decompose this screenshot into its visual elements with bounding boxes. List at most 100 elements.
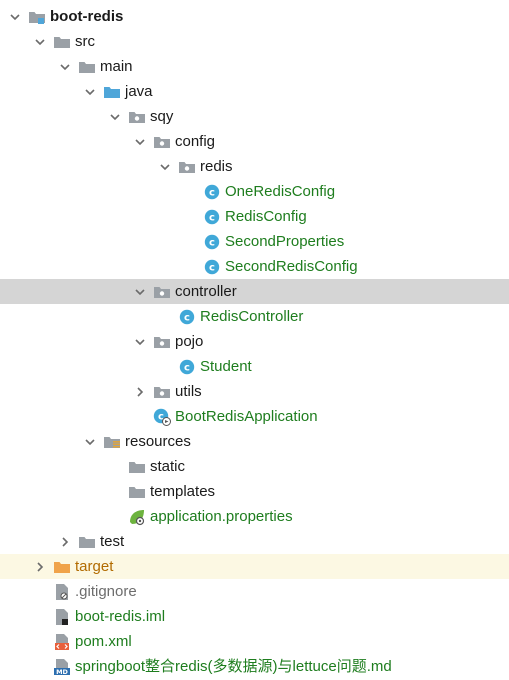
svg-text:c: c [209, 237, 215, 248]
chevron-down-icon[interactable] [158, 160, 172, 174]
folder-icon [78, 533, 96, 551]
tree-item-label: config [175, 133, 216, 150]
class-icon: c [203, 233, 221, 251]
tree-item-label: .gitignore [75, 583, 137, 600]
class-icon: c [178, 358, 196, 376]
tree-item-label: application.properties [150, 508, 293, 525]
tree-item-label: Student [200, 358, 252, 375]
tree-item[interactable]: target [0, 554, 509, 579]
excluded-folder-icon [53, 558, 71, 576]
chevron-down-icon[interactable] [133, 135, 147, 149]
tree-item[interactable]: controller [0, 279, 509, 304]
module-folder-icon [28, 8, 46, 26]
tree-item[interactable]: application.properties [0, 504, 509, 529]
svg-text:c: c [209, 262, 215, 273]
tree-item-label: main [100, 58, 133, 75]
folder-icon [128, 483, 146, 501]
ignore-file-icon [53, 583, 71, 601]
tree-item[interactable]: c SecondRedisConfig [0, 254, 509, 279]
tree-item[interactable]: c RedisConfig [0, 204, 509, 229]
folder-icon [78, 58, 96, 76]
svg-text:MD: MD [56, 668, 68, 676]
tree-item[interactable]: utils [0, 379, 509, 404]
svg-text:c: c [184, 312, 190, 323]
tree-item-label: utils [175, 383, 202, 400]
tree-item-label: resources [125, 433, 191, 450]
class-icon: c [178, 308, 196, 326]
tree-item-label: OneRedisConfig [225, 183, 336, 200]
tree-item-label: templates [150, 483, 216, 500]
chevron-down-icon[interactable] [58, 60, 72, 74]
tree-item[interactable]: pojo [0, 329, 509, 354]
iml-file-icon [53, 608, 71, 626]
tree-item-label: boot-redis [50, 8, 124, 25]
tree-item-label: boot-redis.iml [75, 608, 166, 625]
tree-item-label: springboot整合redis(多数据源)与lettuce问题.md [75, 658, 392, 675]
svg-text:c: c [209, 212, 215, 223]
chevron-down-icon[interactable] [133, 335, 147, 349]
tree-item[interactable]: pom.xml [0, 629, 509, 654]
package-icon [153, 383, 171, 401]
tree-item[interactable]: c OneRedisConfig [0, 179, 509, 204]
class-icon: c [203, 183, 221, 201]
tree-item-label: controller [175, 283, 237, 300]
tree-item-label: test [100, 533, 125, 550]
tree-item[interactable]: boot-redis [0, 4, 509, 29]
chevron-down-icon[interactable] [8, 10, 22, 24]
tree-item[interactable]: redis [0, 154, 509, 179]
package-icon [153, 133, 171, 151]
spring-boot-class-icon: c [153, 408, 171, 426]
spring-properties-icon [128, 508, 146, 526]
tree-item-label: RedisConfig [225, 208, 307, 225]
package-icon [128, 108, 146, 126]
tree-item[interactable]: static [0, 454, 509, 479]
markdown-file-icon: MD [53, 658, 71, 676]
tree-item[interactable]: .gitignore [0, 579, 509, 604]
tree-item-label: target [75, 558, 114, 575]
tree-item-label: pojo [175, 333, 204, 350]
package-icon [153, 283, 171, 301]
tree-item-label: BootRedisApplication [175, 408, 318, 425]
chevron-right-icon[interactable] [133, 385, 147, 399]
svg-text:c: c [209, 187, 215, 198]
chevron-down-icon[interactable] [33, 35, 47, 49]
tree-item[interactable]: test [0, 529, 509, 554]
class-icon: c [203, 258, 221, 276]
chevron-down-icon[interactable] [108, 110, 122, 124]
tree-item[interactable]: c RedisController [0, 304, 509, 329]
svg-text:c: c [184, 362, 190, 373]
chevron-down-icon[interactable] [83, 85, 97, 99]
tree-item[interactable]: java [0, 79, 509, 104]
class-icon: c [203, 208, 221, 226]
package-icon [178, 158, 196, 176]
tree-item-label: java [125, 83, 153, 100]
tree-item[interactable]: sqy [0, 104, 509, 129]
tree-item[interactable]: boot-redis.iml [0, 604, 509, 629]
tree-item-label: src [75, 33, 95, 50]
xml-file-icon [53, 633, 71, 651]
source-folder-icon [103, 83, 121, 101]
tree-item[interactable]: resources [0, 429, 509, 454]
tree-item[interactable]: src [0, 29, 509, 54]
tree-item[interactable]: main [0, 54, 509, 79]
chevron-down-icon[interactable] [133, 285, 147, 299]
resources-folder-icon [103, 433, 121, 451]
tree-item[interactable]: c BootRedisApplication [0, 404, 509, 429]
chevron-right-icon[interactable] [58, 535, 72, 549]
tree-item[interactable]: config [0, 129, 509, 154]
tree-item-label: sqy [150, 108, 174, 125]
tree-item-label: static [150, 458, 186, 475]
tree-item-label: SecondProperties [225, 233, 345, 250]
folder-icon [53, 33, 71, 51]
tree-item[interactable]: templates [0, 479, 509, 504]
tree-item[interactable]: c SecondProperties [0, 229, 509, 254]
tree-item[interactable]: c Student [0, 354, 509, 379]
project-tree: boot-redis src main java sqy config redis c OneR… [0, 0, 509, 680]
chevron-right-icon[interactable] [33, 560, 47, 574]
folder-icon [128, 458, 146, 476]
tree-item[interactable]: MD springboot整合redis(多数据源)与lettuce问题.md [0, 654, 509, 679]
tree-item-label: SecondRedisConfig [225, 258, 358, 275]
chevron-down-icon[interactable] [83, 435, 97, 449]
tree-item-label: RedisController [200, 308, 304, 325]
tree-item-label: pom.xml [75, 633, 132, 650]
